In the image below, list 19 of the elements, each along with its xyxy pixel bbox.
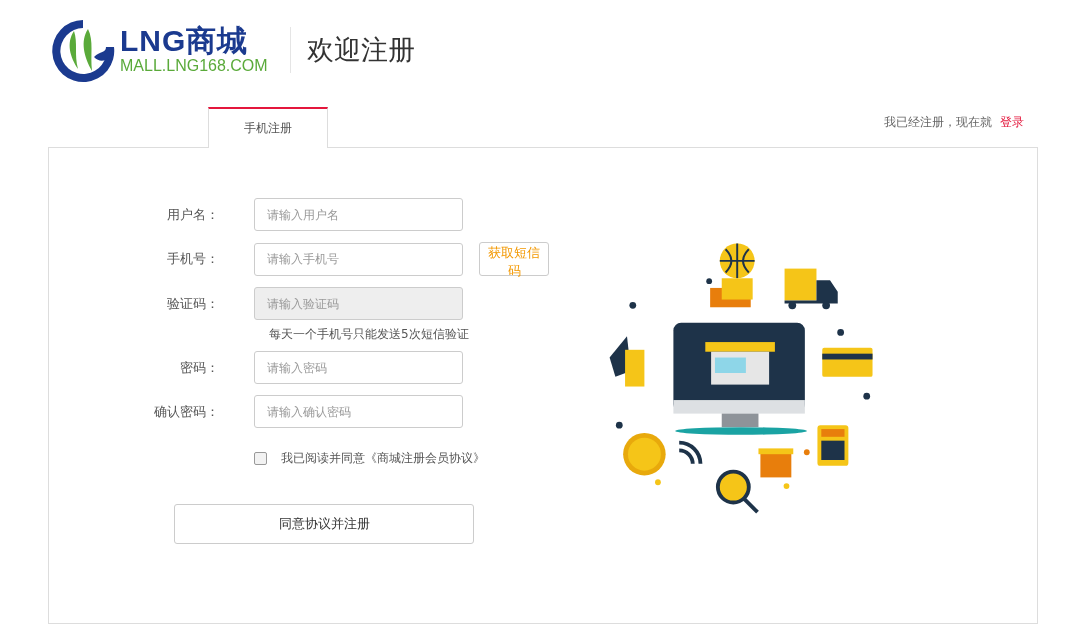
login-prompt: 我已经注册，现在就: [884, 115, 993, 129]
field-label: 用户名：: [166, 205, 219, 224]
input-field[interactable]: 请输入确认密码: [254, 395, 463, 428]
logo-brand: LNG商城: [120, 26, 250, 56]
agreement-text: 我已阅读并同意《商城注册会员协议》: [281, 450, 485, 467]
field-label: 验证码：: [166, 294, 219, 313]
input-field[interactable]: 请输入手机号: [254, 242, 463, 276]
page-title: 欢迎注册: [306, 33, 415, 67]
input-field[interactable]: 请输入用户名: [254, 198, 463, 231]
input-field[interactable]: 请输入密码: [254, 351, 463, 384]
register-button[interactable]: 同意协议并注册: [174, 504, 474, 544]
field-label: 确认密码：: [153, 402, 219, 421]
agreement-checkbox[interactable]: [254, 452, 267, 465]
field-label: 手机号：: [166, 250, 219, 268]
login-link[interactable]: 登录: [1000, 115, 1024, 129]
tab[interactable]: 手机注册: [208, 107, 328, 148]
hint-text: 每天一个手机号只能发送5次短信验证: [269, 326, 470, 343]
field-label: 密码：: [179, 358, 219, 377]
logo-url: MALL.LNG168.COM: [120, 58, 268, 74]
